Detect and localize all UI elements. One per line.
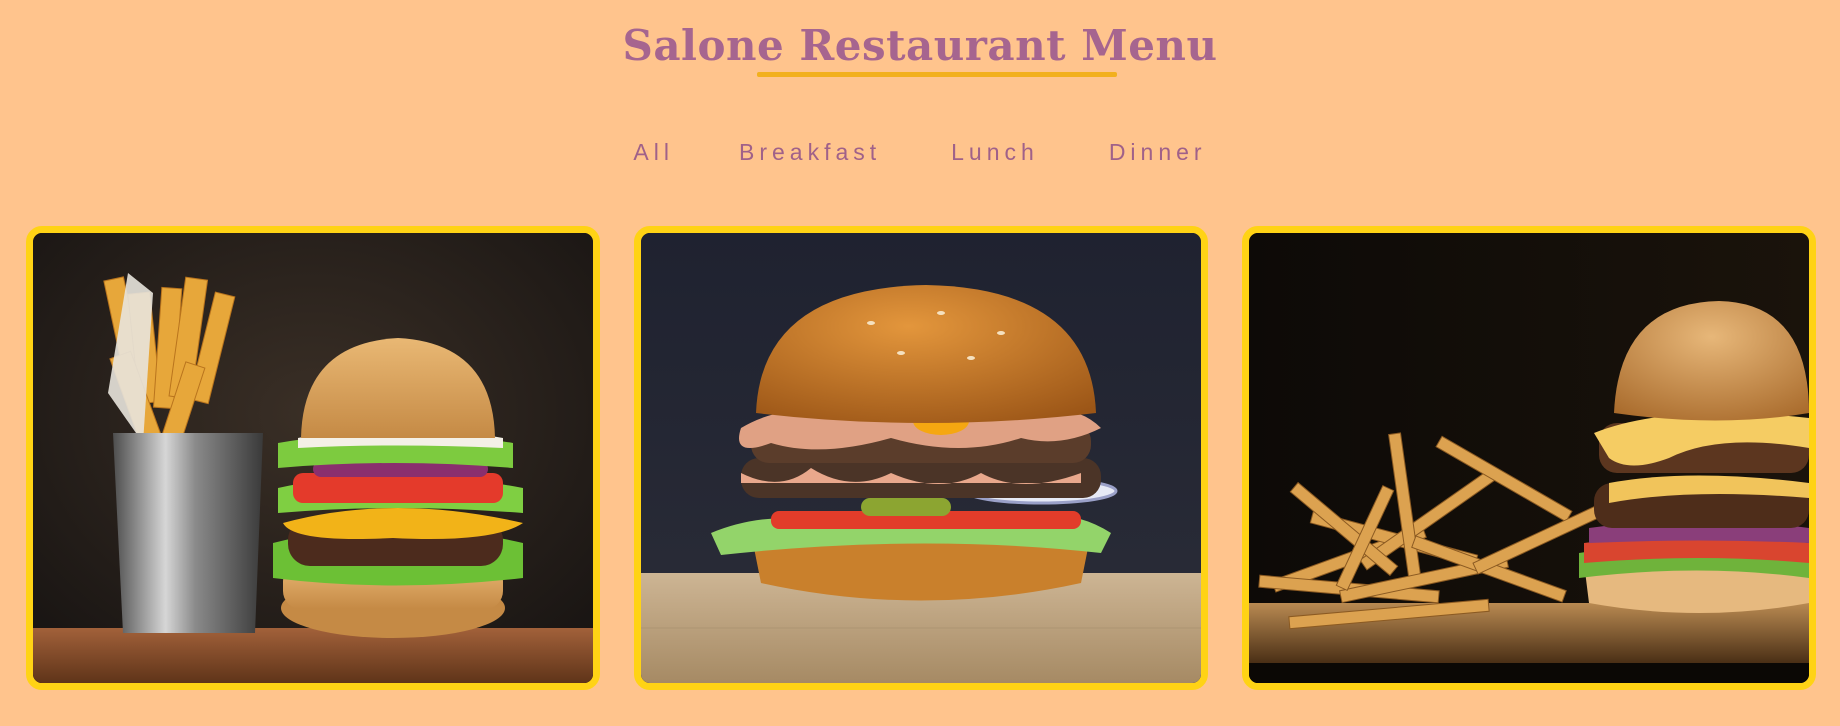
burger-fries-cup-image: [33, 233, 593, 683]
menu-item-card[interactable]: [1242, 226, 1816, 690]
filter-breakfast-button[interactable]: Breakfast: [739, 136, 881, 168]
page-title: Salone Restaurant Menu: [622, 21, 1218, 70]
burger-fries-board-image: [1249, 233, 1809, 683]
filter-dinner-button[interactable]: Dinner: [1109, 136, 1207, 168]
filter-all-button[interactable]: All: [633, 136, 674, 168]
double-cheeseburger-image: [641, 233, 1201, 683]
title-underline: [757, 72, 1117, 77]
menu-filter-bar: All Breakfast Lunch Dinner: [0, 136, 1840, 168]
menu-item-card[interactable]: [26, 226, 600, 690]
menu-item-card[interactable]: [634, 226, 1208, 690]
filter-lunch-button[interactable]: Lunch: [951, 136, 1039, 168]
